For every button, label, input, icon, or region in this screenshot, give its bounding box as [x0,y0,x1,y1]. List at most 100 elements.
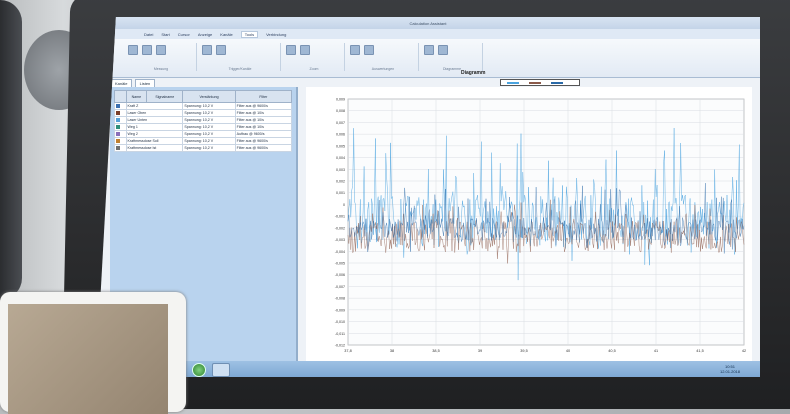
channel-color-cell[interactable] [114,144,127,152]
channel-filter: Filter aus @ 10/s [234,123,293,131]
menu-tools[interactable]: Tools [240,30,259,38]
y-tick-label: -0,002 [335,226,345,230]
channel-filter: Filter aus @ 10/s [234,116,293,124]
table-row[interactable]: Laser Oben Spannung: 10,2 V Filter aus @ 1… [114,109,293,117]
column-header[interactable]: Signalname [146,90,184,103]
y-tick-label: -0,004 [335,250,345,254]
ribbon-group-auswertungen: Auswertungen [348,43,419,71]
taskbar-app-icon[interactable] [212,363,230,377]
channel-color-cell[interactable] [114,123,127,131]
channel-gain: Spannung: 10,2 V [182,109,236,117]
channel-color-cell[interactable] [114,109,127,117]
channel-color-cell[interactable] [114,130,127,138]
ribbon-group-label: Messung [153,67,169,71]
menu-start[interactable]: Start [161,32,169,37]
menu-anzeige[interactable]: Anzeige [198,32,212,37]
start-icon[interactable] [128,45,138,55]
x-tick-label: 41 [654,349,658,353]
legend-swatch [507,81,519,84]
trigger-icon[interactable] [202,45,212,55]
dark-object-left [0,0,22,300]
clock-date: 12.01.2018 [719,369,740,374]
channel-name: Weg 2 [125,130,184,138]
column-header[interactable]: Filter [234,90,293,103]
ribbon-group-label: Trigger/Kanäle [228,67,252,71]
ribbon-group-zoom: Zoom [284,43,345,71]
color-swatch-icon [116,131,120,136]
channel-color-cell[interactable] [114,102,127,110]
menu-cursor[interactable]: Cursor [178,32,190,37]
channel-filter: Filter aus @ 9600/s [234,102,293,110]
table-row[interactable]: Weg 1 Spannung: 10,2 V Filter aus @ 10/s [114,123,293,131]
options-icon[interactable] [438,45,448,55]
x-tick-label: 39,5 [520,349,527,353]
stop-icon[interactable] [142,45,152,55]
y-tick-label: 0,009 [336,98,345,102]
color-swatch-icon [116,110,120,115]
x-tick-label: 38 [390,349,394,353]
ribbon-group-diagramme: Diagramme [422,43,483,71]
y-tick-label: 0,002 [336,180,345,184]
start-button[interactable] [192,363,206,377]
menu-kanaele[interactable]: Kanäle [220,32,232,37]
channel-color-cell[interactable] [114,116,127,124]
diagram-icon[interactable] [424,45,434,55]
y-tick-label: 0,008 [336,109,345,113]
export-icon[interactable] [364,45,374,55]
y-tick-label: -0,012 [335,344,345,348]
ribbon-group-messung: Messung [126,43,197,71]
device-stand-panel [8,304,168,414]
color-swatch-icon [116,124,120,129]
color-swatch-icon [116,103,120,108]
y-tick-label: -0,009 [335,308,345,312]
column-header[interactable]: Verstärkung [182,90,236,103]
channel-icon[interactable] [216,45,226,55]
channel-gain: Spannung: 10,2 V [182,116,236,124]
line-chart[interactable]: 0,009 0,008 0,007 0,006 0,005 0,004 0,003 0,002… [306,87,752,369]
zoom-out-icon[interactable] [300,45,310,55]
table-row[interactable]: Kraftmessdose Soll Spannung: 10,2 V Filter… [114,137,293,145]
column-header[interactable]: Name [125,90,148,103]
color-swatch-icon [116,138,120,143]
channel-name: Weg 1 [125,123,184,131]
window-title: Calculation Assistant [409,20,447,26]
y-tick-label: -0,006 [335,273,345,277]
channel-gain: Spannung: 10,2 V [182,130,236,138]
y-tick-label: -0,001 [335,215,345,219]
y-tick-label: 0,004 [336,156,345,160]
x-tick-label: 37,8 [344,349,351,353]
taskbar-clock[interactable]: 10:51 12.01.2018 [720,364,740,374]
analysis-icon[interactable] [350,45,360,55]
y-tick-label: -0,007 [335,285,345,289]
table-row[interactable]: Kraftmessdose Ist Spannung: 10,2 V Filter … [114,144,293,152]
x-tick-label: 40 [566,349,570,353]
window-titlebar[interactable]: Calculation Assistant [96,17,760,29]
x-tick-label: 38,5 [432,349,439,353]
zoom-in-icon[interactable] [286,45,296,55]
ribbon-group-label: Auswertungen [371,67,395,71]
table-row[interactable]: Weg 2 Spannung: 10,2 V Aufbau @ 9600/s [114,130,293,138]
color-swatch-icon [116,145,120,150]
menu-verbindung[interactable]: Verbindung [266,32,286,37]
table-row[interactable]: Laser Unten Spannung: 10,2 V Filter aus @ … [114,116,293,124]
y-tick-label: 0,001 [336,191,345,195]
channel-name: Kraftmessdose Ist [125,144,184,152]
menu-bar: Datei Start Cursor Anzeige Kanäle Tools … [96,29,760,39]
channel-name: Kraft Z [125,102,184,110]
ribbon-toolbar: Messung Trigger/Kanäle Zoom Auswertungen… [96,39,760,78]
channel-name: Laser Oben [125,109,184,117]
y-tick-label: -0,005 [335,262,345,266]
table-row[interactable]: Kraft Z Spannung: 10,2 V Filter aus @ 9600… [114,102,293,110]
y-tick-label: 0,006 [336,133,345,137]
y-tick-label: 0,003 [336,168,345,172]
menu-datei[interactable]: Datei [144,32,153,37]
channel-gain: Spannung: 10,2 V [182,102,236,110]
channel-color-cell[interactable] [114,137,127,145]
record-icon[interactable] [156,45,166,55]
y-tick-label: 0,005 [336,144,345,148]
color-swatch-icon [116,117,120,122]
channel-table: Name Signalname Verstärkung Filter Kraft… [114,90,293,152]
y-tick-label: -0,010 [335,320,345,324]
x-tick-label: 41,5 [696,349,703,353]
y-tick-label: -0,003 [335,238,345,242]
